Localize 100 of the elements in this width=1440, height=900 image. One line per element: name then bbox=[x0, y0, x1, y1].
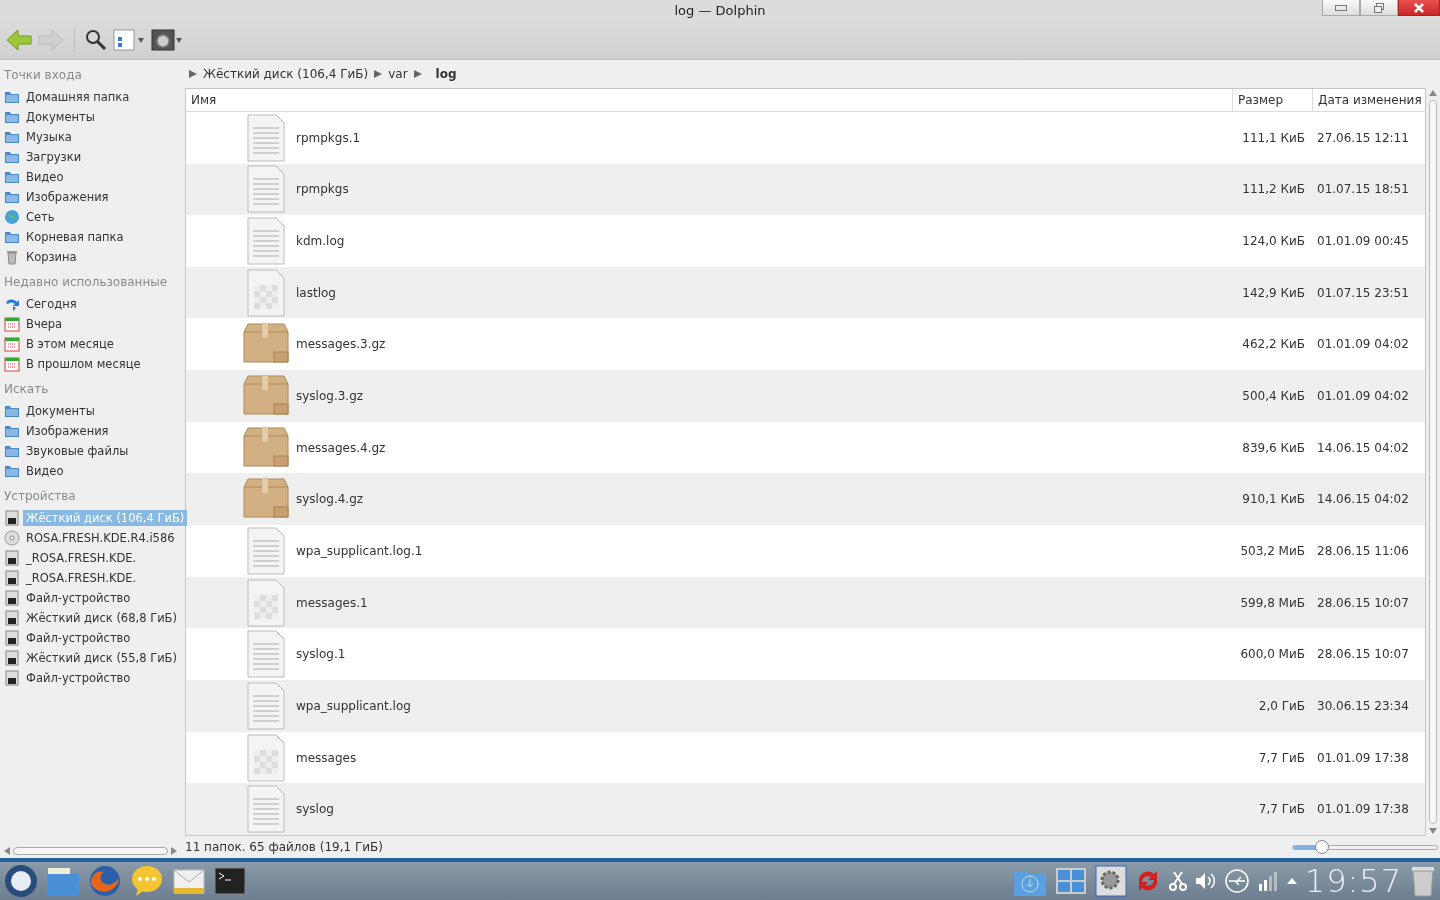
expand-tray-icon[interactable] bbox=[1286, 878, 1297, 884]
file-date: 14.06.15 04:02 bbox=[1316, 440, 1410, 455]
file-name[interactable]: syslog.3.gz bbox=[296, 388, 364, 403]
desktop-grid-icon[interactable] bbox=[1054, 867, 1087, 895]
arrow-icon bbox=[374, 70, 383, 78]
breadcrumb-item[interactable]: log bbox=[435, 67, 457, 81]
file-name[interactable]: messages.4.gz bbox=[296, 440, 386, 455]
file-name[interactable]: syslog.4.gz bbox=[296, 492, 364, 507]
volume-icon[interactable] bbox=[1194, 871, 1217, 891]
sidebar-item[interactable]: Корневая папка bbox=[23, 229, 127, 245]
file-name[interactable]: messages bbox=[296, 750, 357, 765]
sidebar-item[interactable]: Звуковые файлы bbox=[23, 443, 132, 459]
sidebar-item[interactable]: В прошлом месяце bbox=[23, 356, 144, 372]
folder-icon bbox=[4, 129, 20, 145]
file-size: 839,6 КиБ bbox=[1241, 440, 1306, 455]
sidebar-item[interactable]: Жёсткий диск (55,8 ГиБ) bbox=[23, 650, 180, 666]
trash-icon[interactable] bbox=[1410, 865, 1436, 897]
sidebar-item[interactable]: Жёсткий диск (68,8 ГиБ) bbox=[23, 610, 180, 626]
file-size: 462,2 КиБ bbox=[1241, 337, 1306, 352]
launcher-icon[interactable] bbox=[4, 864, 38, 898]
section-title: Искать bbox=[3, 381, 50, 398]
scroll-right-icon bbox=[171, 847, 177, 855]
calendar-icon bbox=[4, 356, 20, 372]
file-size: 599,8 МиБ bbox=[1239, 595, 1306, 610]
column-header[interactable]: Дата изменения bbox=[1313, 89, 1425, 111]
file-size: 142,9 КиБ bbox=[1241, 285, 1306, 300]
scroll-down-icon[interactable] bbox=[1429, 828, 1437, 834]
file-name[interactable]: syslog.1 bbox=[296, 647, 346, 662]
trash-icon bbox=[4, 249, 20, 265]
file-name[interactable]: kdm.log bbox=[296, 234, 345, 248]
sidebar-item[interactable]: Изображения bbox=[23, 189, 112, 205]
file-size: 7,7 ГиБ bbox=[1257, 802, 1306, 817]
maximize-button[interactable] bbox=[1360, 0, 1398, 16]
sidebar-item[interactable]: Корзина bbox=[23, 249, 80, 265]
sidebar-item[interactable]: Загрузки bbox=[23, 149, 85, 165]
folder-icon bbox=[4, 189, 20, 205]
sidebar-item[interactable]: Видео bbox=[23, 169, 67, 185]
file-date: 01.07.15 18:51 bbox=[1316, 182, 1410, 197]
sidebar-item[interactable]: _ROSA.FRESH.KDE. bbox=[23, 550, 140, 566]
drive-icon bbox=[4, 670, 20, 686]
scroll-left-icon bbox=[4, 847, 10, 855]
disc-icon bbox=[4, 530, 20, 546]
chat-icon[interactable] bbox=[130, 864, 164, 898]
column-header[interactable]: Размер bbox=[1233, 89, 1313, 111]
arrow-icon bbox=[413, 70, 422, 78]
signal-icon[interactable] bbox=[1256, 870, 1279, 892]
sidebar-item[interactable]: Сегодня bbox=[23, 296, 80, 312]
breadcrumb-item[interactable]: Жёсткий диск (106,4 ГиБ) bbox=[203, 67, 369, 81]
scroll-up-icon[interactable] bbox=[1429, 90, 1437, 96]
browser-icon[interactable] bbox=[88, 864, 122, 898]
scrollbar[interactable] bbox=[1429, 100, 1437, 824]
file-date: 01.01.09 04:02 bbox=[1316, 388, 1410, 403]
sidebar-item[interactable]: Изображения bbox=[23, 423, 112, 439]
file-name[interactable]: messages.3.gz bbox=[296, 337, 386, 352]
file-name[interactable]: lastlog bbox=[296, 285, 336, 300]
file-date: 01.01.09 00:45 bbox=[1316, 234, 1410, 248]
sidebar-item[interactable]: Файл-устройство bbox=[23, 670, 134, 686]
terminal-icon[interactable] bbox=[214, 867, 246, 895]
sidebar-item[interactable]: В этом месяце bbox=[23, 336, 117, 352]
scissors-icon[interactable] bbox=[1168, 871, 1187, 891]
file-name[interactable]: wpa_supplicant.log.1 bbox=[296, 543, 423, 558]
file-name[interactable]: syslog bbox=[296, 802, 334, 817]
drive-icon bbox=[4, 630, 20, 646]
drive-icon bbox=[4, 610, 20, 626]
file-name[interactable]: rpmpkgs.1 bbox=[296, 130, 361, 145]
folder-icon bbox=[4, 89, 20, 105]
sidebar-item[interactable]: Документы bbox=[23, 403, 98, 419]
column-header[interactable]: Имя bbox=[186, 89, 1233, 111]
file-size: 111,2 КиБ bbox=[1241, 182, 1306, 197]
section-title: Точки входа bbox=[3, 67, 83, 84]
sidebar-item[interactable]: Документы bbox=[23, 109, 98, 125]
status-text: 11 папок. 65 файлов (19,1 ГиБ) bbox=[185, 840, 383, 854]
sidebar-item[interactable]: Файл-устройство bbox=[23, 630, 134, 646]
drive-icon bbox=[4, 510, 20, 526]
sidebar-item[interactable]: Домашняя папка bbox=[23, 89, 133, 105]
scrollbar[interactable] bbox=[13, 847, 168, 855]
arrow-icon bbox=[189, 70, 197, 78]
folder-icon bbox=[4, 443, 20, 459]
system-settings-icon[interactable] bbox=[1094, 865, 1127, 897]
close-button[interactable] bbox=[1398, 0, 1440, 16]
folder-icon bbox=[4, 403, 20, 419]
drive-icon bbox=[4, 570, 20, 586]
sidebar-item[interactable]: ROSA.FRESH.KDE.R4.i586 bbox=[23, 530, 178, 546]
file-name[interactable]: wpa_supplicant.log bbox=[296, 698, 411, 713]
folder-icon bbox=[4, 149, 20, 165]
file-name[interactable]: rpmpkgs bbox=[296, 182, 349, 197]
minimize-button[interactable] bbox=[1322, 0, 1360, 16]
clock: 19:57 bbox=[1304, 863, 1402, 899]
sidebar-item[interactable]: Видео bbox=[23, 463, 67, 479]
file-name[interactable]: messages.1 bbox=[296, 595, 368, 610]
sidebar-item[interactable]: Файл-устройство bbox=[23, 590, 134, 606]
sidebar-item[interactable]: Сеть bbox=[23, 209, 58, 225]
sidebar-item[interactable]: Музыка bbox=[23, 129, 75, 145]
file-size: 503,2 МиБ bbox=[1239, 543, 1306, 558]
sidebar-item[interactable]: Вчера bbox=[23, 316, 66, 332]
file-date: 01.01.09 17:38 bbox=[1316, 750, 1410, 765]
sidebar-item[interactable]: _ROSA.FRESH.KDE. bbox=[23, 570, 140, 586]
breadcrumb-item[interactable]: var bbox=[388, 67, 408, 81]
file-size: 500,4 КиБ bbox=[1241, 388, 1306, 403]
folder-icon bbox=[4, 229, 20, 245]
